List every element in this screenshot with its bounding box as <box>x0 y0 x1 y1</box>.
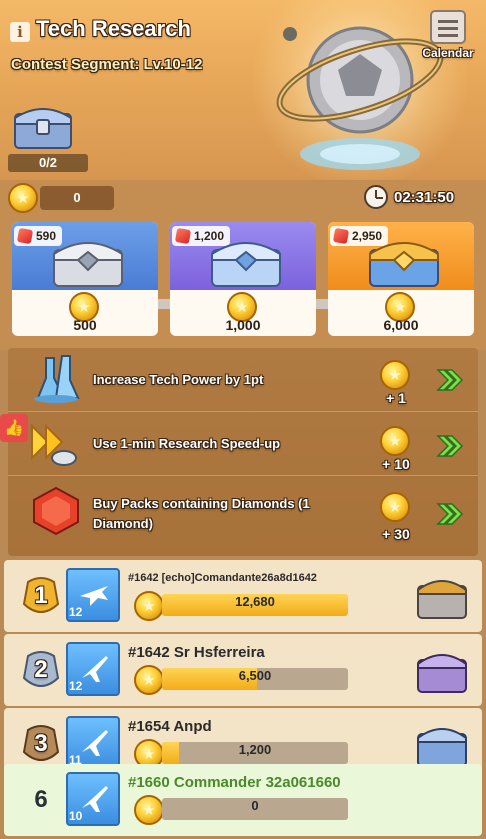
calendar-label: Calendar <box>422 46 474 60</box>
calendar-icon <box>430 10 466 44</box>
timer-value: 02:31:50 <box>394 188 455 206</box>
reward-chest-icon[interactable] <box>416 720 468 768</box>
silver-chest-icon <box>53 242 123 287</box>
reward-chest-icon[interactable] <box>416 572 468 620</box>
calendar-button[interactable]: Calendar <box>418 10 478 66</box>
task-row[interactable]: Buy Packs containing Diamonds (1 Diamond… <box>8 476 478 556</box>
task-coin-icon <box>380 360 410 390</box>
task-reward: + 10 <box>382 456 410 472</box>
task-label: Increase Tech Power by 1pt <box>93 372 264 387</box>
rank-number: 3 <box>34 730 48 757</box>
aircraft-icon <box>82 730 108 756</box>
chest-progress-count: 0/2 <box>8 154 88 172</box>
speedup-icon <box>31 423 77 466</box>
player-level: 12 <box>69 605 83 619</box>
leaderboard-row[interactable]: 1 12 #1642 [echo]Comandante26a8d1642 12,… <box>4 560 482 632</box>
rank-number: 6 <box>34 786 48 813</box>
beaker-icon <box>34 355 80 403</box>
reward-chest-icon[interactable] <box>416 646 468 694</box>
tier-required-points: 6,000 <box>383 317 419 333</box>
task-list: Increase Tech Power by 1pt + 1 Use 1-min… <box>8 348 478 556</box>
gem-icon <box>332 227 350 245</box>
avatar[interactable]: 12 <box>66 568 120 622</box>
aircraft-icon <box>82 786 108 812</box>
reward-tier-2[interactable]: 1,200 1,000 <box>170 222 316 336</box>
aircraft-icon <box>80 586 108 606</box>
score-bar: 0 <box>162 798 348 820</box>
task-label: Use 1-min Research Speed-up <box>93 436 281 451</box>
task-row[interactable]: Use 1-min Research Speed-up + 10 <box>8 412 478 476</box>
progress-chest-icon[interactable] <box>13 100 73 152</box>
score-coin-icon <box>134 665 164 695</box>
reward-tier-1[interactable]: 590 500 <box>12 222 158 336</box>
gold-chest-icon <box>369 242 439 287</box>
avatar[interactable]: 10 <box>66 772 120 826</box>
my-rank-row[interactable]: 6 10 #1660 Commander 32a061660 0 <box>4 764 482 836</box>
go-arrow-icon[interactable] <box>436 368 464 392</box>
task-reward: + 1 <box>386 390 406 406</box>
page-title: Tech Research <box>36 16 191 41</box>
gem-icon <box>16 227 34 245</box>
avatar[interactable]: 12 <box>66 642 120 696</box>
blue-chest-icon <box>211 242 281 287</box>
player-name: #1660 Commander 32a061660 <box>128 774 341 791</box>
clock-icon <box>364 185 388 209</box>
player-name: #1642 Sr Hsferreira <box>128 644 265 661</box>
points-value: 0 <box>40 186 114 210</box>
contest-segment-label: Contest Segment: Lv.10-12 <box>11 56 203 73</box>
rank-number: 1 <box>34 582 48 609</box>
diamond-icon <box>33 486 79 536</box>
rank-number: 2 <box>34 656 48 683</box>
aircraft-icon <box>82 656 108 682</box>
score-bar: 6,500 <box>162 668 348 690</box>
info-icon[interactable]: i <box>10 22 30 42</box>
reward-tier-3[interactable]: 2,950 6,000 <box>328 222 474 336</box>
tier-required-points: 1,000 <box>225 317 261 333</box>
task-reward: + 30 <box>382 526 410 542</box>
leaderboard-row[interactable]: 2 12 #1642 Sr Hsferreira 6,500 <box>4 634 482 706</box>
score-coin-icon <box>134 591 164 621</box>
thumbs-up-icon[interactable]: 👍 <box>0 414 28 442</box>
go-arrow-icon[interactable] <box>436 434 464 458</box>
player-level: 10 <box>69 809 83 823</box>
tier-required-points: 500 <box>73 317 97 333</box>
gem-icon <box>174 227 192 245</box>
player-name: #1654 Anpd <box>128 718 212 735</box>
points-coin-icon <box>8 183 38 213</box>
score-value: 1,200 <box>238 742 272 757</box>
avatar[interactable]: 11 <box>66 716 120 770</box>
task-row[interactable]: Increase Tech Power by 1pt + 1 <box>8 348 478 412</box>
header-banner: i Tech Research Contest Segment: Lv.10-1… <box>0 0 486 180</box>
task-coin-icon <box>380 492 410 522</box>
event-timer: 02:31:50 <box>364 184 454 210</box>
task-label: Buy Packs containing Diamonds (1 Diamond… <box>93 496 310 531</box>
score-bar: 1,200 <box>162 742 348 764</box>
score-value: 6,500 <box>238 668 272 683</box>
go-arrow-icon[interactable] <box>436 502 464 526</box>
player-level: 12 <box>69 679 83 693</box>
score-bar: 12,680 <box>162 594 348 616</box>
score-value: 12,680 <box>235 594 275 609</box>
task-coin-icon <box>380 426 410 456</box>
score-value: 0 <box>251 798 259 813</box>
score-coin-icon <box>134 795 164 825</box>
player-name: #1642 [echo]Comandante26a8d1642 <box>128 572 317 584</box>
